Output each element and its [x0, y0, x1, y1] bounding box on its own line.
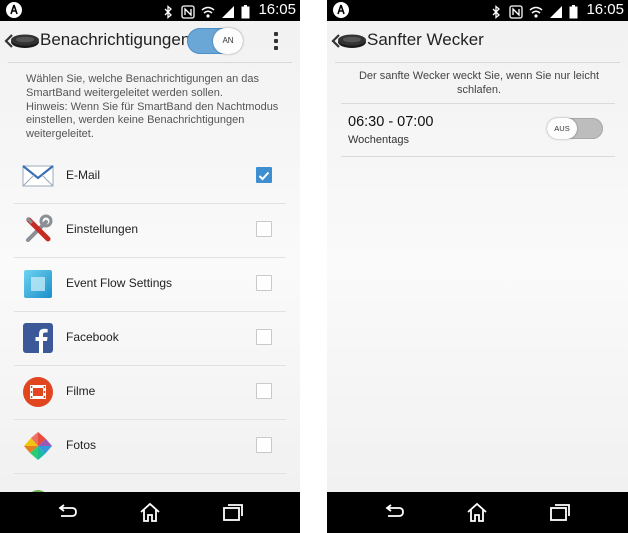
smartband-status-icon: [333, 2, 349, 18]
divider: [341, 156, 615, 157]
recent-apps-icon[interactable]: [222, 502, 244, 522]
list-item-settings[interactable]: Einstellungen: [14, 204, 286, 258]
action-bar: Benachrichtigungen AN: [0, 21, 300, 62]
bluetooth-icon: [161, 4, 175, 19]
alarm-toggle[interactable]: AUS: [547, 118, 603, 139]
checkbox-unchecked[interactable]: [256, 221, 272, 237]
alarm-time-range: 06:30 - 07:00: [348, 114, 434, 130]
status-time: 16:05: [586, 1, 624, 18]
navigation-bar: [327, 492, 628, 533]
list-item-photos[interactable]: Fotos: [14, 420, 286, 474]
divider: [335, 62, 620, 63]
event-flow-icon: [24, 270, 52, 298]
list-item-label: Event Flow Settings: [66, 276, 173, 290]
checkbox-unchecked[interactable]: [256, 437, 272, 453]
list-item-email[interactable]: E-Mail: [14, 150, 286, 204]
notifications-master-toggle[interactable]: AN: [187, 28, 243, 54]
facebook-icon: [23, 323, 53, 353]
notifications-screen: 16:05 Benachrichtigungen AN Wählen Sie, …: [0, 0, 300, 533]
app-list: E-Mail Einstellungen Event Flow Settings…: [14, 150, 286, 527]
back-icon[interactable]: [56, 502, 78, 522]
wifi-icon: [201, 4, 215, 18]
list-item-event-flow[interactable]: Event Flow Settings: [14, 258, 286, 312]
battery-icon: [569, 4, 578, 18]
signal-icon: [221, 4, 235, 18]
description-text: Wählen Sie, welche Benachrichtigungen an…: [26, 73, 288, 142]
home-icon[interactable]: [139, 502, 161, 522]
overflow-menu-icon[interactable]: [270, 30, 282, 52]
divider: [8, 62, 292, 63]
home-icon[interactable]: [466, 502, 488, 522]
description-text: Der sanfte Wecker weckt Sie, wenn Sie nu…: [358, 70, 600, 96]
nfc-icon: [181, 4, 195, 19]
alarm-days: Wochentags: [348, 134, 409, 146]
checkbox-unchecked[interactable]: [256, 383, 272, 399]
nfc-icon: [509, 4, 523, 19]
back-icon[interactable]: [383, 502, 405, 522]
photos-icon: [24, 432, 52, 460]
settings-tools-icon: [25, 214, 53, 242]
page-title: Benachrichtigungen: [40, 30, 191, 49]
status-bar: 16:05: [0, 0, 300, 21]
list-item-label: Fotos: [66, 438, 97, 452]
page-title: Sanfter Wecker: [367, 30, 484, 49]
checkbox-unchecked[interactable]: [256, 329, 272, 345]
smartband-app-icon[interactable]: [10, 32, 40, 50]
checkbox-unchecked[interactable]: [256, 275, 272, 291]
list-item-label: Facebook: [66, 330, 119, 344]
smartband-status-icon: [6, 2, 22, 18]
battery-icon: [241, 4, 250, 18]
toggle-label: AUS: [554, 124, 570, 133]
wifi-icon: [529, 4, 543, 18]
list-item-label: Filme: [66, 384, 96, 398]
status-time: 16:05: [258, 1, 296, 18]
list-item-movies[interactable]: Filme: [14, 366, 286, 420]
email-icon: [22, 165, 54, 187]
description-lines: Wählen Sie, welche Benachrichtigungen an…: [26, 73, 279, 141]
status-bar: 16:05: [327, 0, 628, 21]
checkbox-checked[interactable]: [256, 167, 272, 183]
list-item-label: E-Mail: [66, 168, 101, 182]
divider: [341, 103, 615, 104]
movies-icon: [23, 377, 53, 407]
list-item-label: Einstellungen: [66, 222, 139, 236]
bluetooth-icon: [489, 4, 503, 19]
check-icon: [258, 171, 270, 181]
signal-icon: [549, 4, 563, 18]
list-item-facebook[interactable]: Facebook: [14, 312, 286, 366]
gentle-alarm-screen: 16:05 Sanfter Wecker Der sanfte Wecker w…: [327, 0, 628, 533]
toggle-label: AN: [222, 36, 234, 45]
navigation-bar: [0, 492, 300, 533]
smartband-app-icon[interactable]: [337, 32, 367, 50]
recent-apps-icon[interactable]: [549, 502, 571, 522]
action-bar: Sanfter Wecker: [327, 21, 628, 62]
